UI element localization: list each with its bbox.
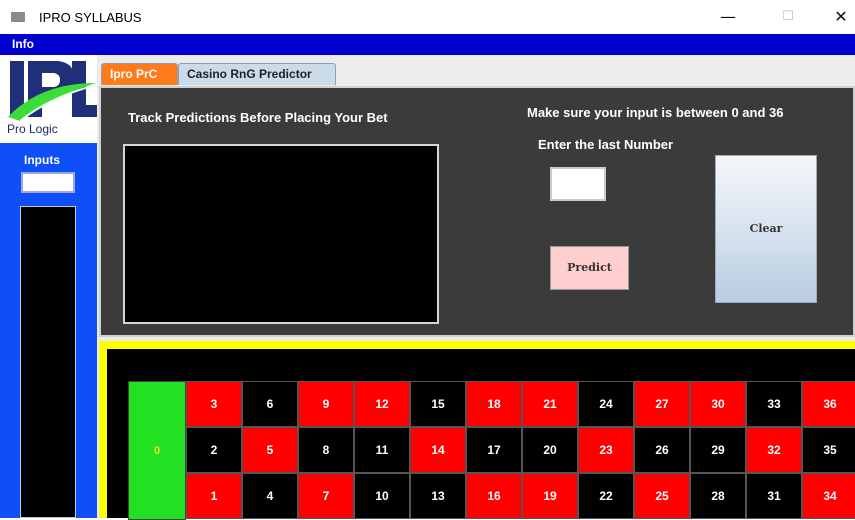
roulette-board: 0 3 6 9 12 15 18 21 24 27 30 33 36 2 5 8 11 14 17 20 23 26 29… xyxy=(107,349,855,520)
window-title: IPRO SYLLABUS xyxy=(39,10,142,25)
prediction-panel: Track Predictions Before Placing Your Be… xyxy=(99,86,855,337)
logo-text: Pro Logic xyxy=(7,122,58,136)
roulette-number-cell[interactable]: 35 xyxy=(802,427,855,473)
roulette-number-cell[interactable]: 15 xyxy=(410,381,466,427)
roulette-number-cell[interactable]: 11 xyxy=(354,427,410,473)
roulette-number-cell[interactable]: 21 xyxy=(522,381,578,427)
maximize-button[interactable]: ☐ xyxy=(773,6,803,28)
roulette-number-cell[interactable]: 23 xyxy=(578,427,634,473)
left-panel: Pro Logic Inputs xyxy=(0,55,97,518)
roulette-number-cell[interactable]: 29 xyxy=(690,427,746,473)
roulette-number-cell[interactable]: 30 xyxy=(690,381,746,427)
roulette-number-cell[interactable]: 22 xyxy=(578,473,634,519)
roulette-number-cell[interactable]: 9 xyxy=(298,381,354,427)
menu-info[interactable]: Info xyxy=(12,37,34,51)
roulette-board-frame: 0 3 6 9 12 15 18 21 24 27 30 33 36 2 5 8 11 14 17 20 23 26 29… xyxy=(99,341,855,520)
roulette-number-cell[interactable]: 5 xyxy=(242,427,298,473)
roulette-number-cell[interactable]: 3 xyxy=(186,381,242,427)
logo: Pro Logic xyxy=(0,55,97,143)
roulette-number-cell[interactable]: 20 xyxy=(522,427,578,473)
roulette-number-cell[interactable]: 31 xyxy=(746,473,802,519)
enter-last-number-label: Enter the last Number xyxy=(538,137,674,152)
main-content: Ipro PrC Casino RnG Predictor Track Pred… xyxy=(97,55,855,520)
minimize-button[interactable]: — xyxy=(713,6,743,28)
roulette-number-cell[interactable]: 16 xyxy=(466,473,522,519)
roulette-number-cell[interactable]: 19 xyxy=(522,473,578,519)
roulette-number-cell[interactable]: 14 xyxy=(410,427,466,473)
predict-button[interactable]: Predict xyxy=(550,246,629,290)
title-bar: IPRO SYLLABUS — ☐ ✕ xyxy=(0,0,855,34)
history-list[interactable] xyxy=(20,206,76,518)
roulette-zero-cell[interactable]: 0 xyxy=(128,381,186,520)
roulette-number-cell[interactable]: 2 xyxy=(186,427,242,473)
roulette-number-cell[interactable]: 34 xyxy=(802,473,855,519)
app-icon xyxy=(11,12,25,22)
roulette-number-cell[interactable]: 8 xyxy=(298,427,354,473)
roulette-number-cell[interactable]: 1 xyxy=(186,473,242,519)
roulette-number-cell[interactable]: 4 xyxy=(242,473,298,519)
close-button[interactable]: ✕ xyxy=(826,6,855,28)
tab-ipro-prc[interactable]: Ipro PrC xyxy=(101,63,178,85)
roulette-number-cell[interactable]: 7 xyxy=(298,473,354,519)
roulette-number-cell[interactable]: 17 xyxy=(466,427,522,473)
roulette-number-cell[interactable]: 13 xyxy=(410,473,466,519)
predictions-display xyxy=(123,144,439,324)
roulette-number-cell[interactable]: 28 xyxy=(690,473,746,519)
roulette-number-cell[interactable]: 32 xyxy=(746,427,802,473)
inputs-label: Inputs xyxy=(24,153,60,167)
track-predictions-heading: Track Predictions Before Placing Your Be… xyxy=(128,110,388,125)
roulette-number-cell[interactable]: 26 xyxy=(634,427,690,473)
roulette-number-cell[interactable]: 12 xyxy=(354,381,410,427)
roulette-number-cell[interactable]: 25 xyxy=(634,473,690,519)
roulette-number-cell[interactable]: 36 xyxy=(802,381,855,427)
inputs-field[interactable] xyxy=(21,172,75,193)
roulette-number-cell[interactable]: 24 xyxy=(578,381,634,427)
roulette-number-cell[interactable]: 33 xyxy=(746,381,802,427)
last-number-input[interactable] xyxy=(550,167,606,201)
tab-casino-rng-predictor[interactable]: Casino RnG Predictor xyxy=(178,63,336,85)
roulette-number-cell[interactable]: 6 xyxy=(242,381,298,427)
menu-bar: Info xyxy=(0,34,855,55)
input-range-note: Make sure your input is between 0 and 36 xyxy=(527,105,784,120)
roulette-number-cell[interactable]: 27 xyxy=(634,381,690,427)
roulette-number-cell[interactable]: 10 xyxy=(354,473,410,519)
roulette-number-cell[interactable]: 18 xyxy=(466,381,522,427)
clear-button[interactable]: Clear xyxy=(715,155,817,303)
